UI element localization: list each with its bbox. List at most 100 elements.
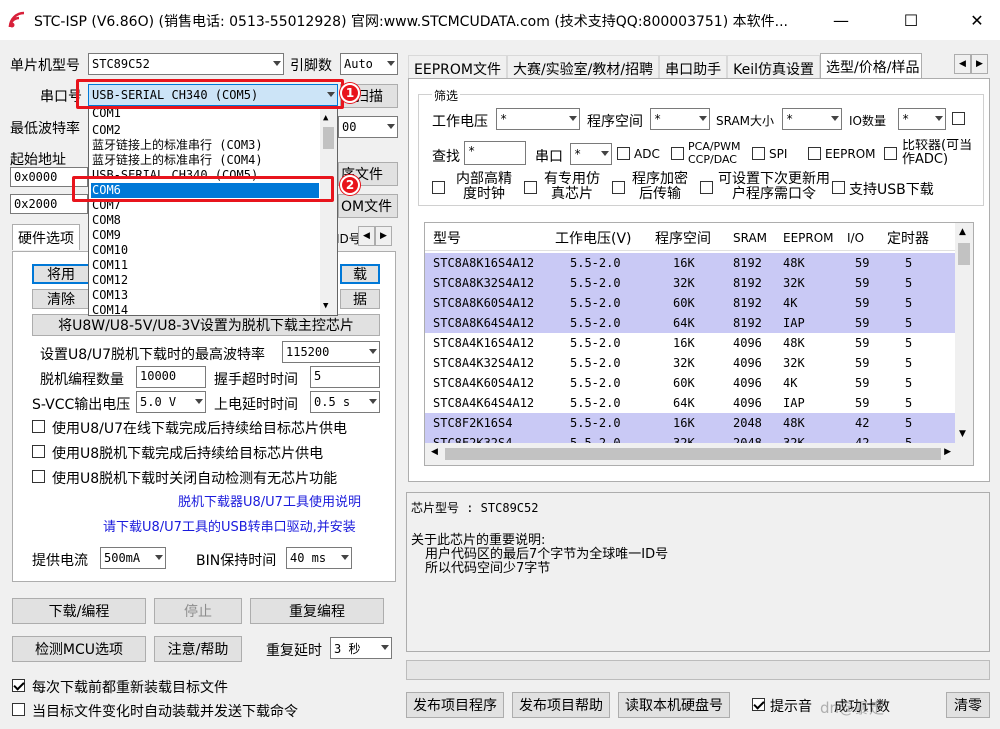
- auto-detect-checkbox[interactable]: [32, 470, 45, 483]
- scrollbar-thumb[interactable]: [445, 448, 941, 460]
- column-header[interactable]: 程序空间: [655, 228, 711, 248]
- u8-manual-link[interactable]: 脱机下载器U8/U7工具使用说明: [178, 491, 361, 510]
- right-tab-scroller[interactable]: ◀ ▶: [954, 54, 988, 74]
- io-select[interactable]: *: [898, 108, 946, 130]
- bin-hold-select[interactable]: 40 ms: [286, 547, 352, 569]
- column-header[interactable]: 工作电压(V): [555, 228, 632, 248]
- minimize-button[interactable]: —: [818, 0, 864, 40]
- stop-button[interactable]: 停止: [154, 598, 242, 624]
- table-row[interactable]: STC8A8K32S4A12 5.5-2.0 32K 8192 32K 59 5: [425, 273, 955, 293]
- tab-selection-price[interactable]: 选型/价格/样品: [820, 53, 923, 79]
- table-row[interactable]: STC8A8K64S4A12 5.5-2.0 64K 8192 IAP 59 5: [425, 313, 955, 333]
- encrypt-checkbox[interactable]: [612, 181, 625, 194]
- dropdown-item[interactable]: COM14: [92, 303, 128, 315]
- pins-select[interactable]: Auto: [340, 53, 398, 75]
- uart-select[interactable]: *: [570, 143, 612, 165]
- chip-table[interactable]: 型号 工作电压(V) 程序空间 SRAM EEPROM I/O 定时器 STC8…: [424, 222, 974, 466]
- maximize-button[interactable]: ☐: [888, 0, 934, 40]
- pca-checkbox[interactable]: [671, 147, 684, 160]
- scrollbar-thumb[interactable]: [323, 127, 334, 149]
- auto-send-checkbox[interactable]: [12, 703, 25, 716]
- column-header[interactable]: EEPROM: [783, 231, 834, 245]
- tab-hardware-options[interactable]: 硬件选项: [12, 224, 80, 250]
- download-setting-button[interactable]: 载: [340, 264, 380, 284]
- table-vscrollbar[interactable]: ▲ ▼: [955, 223, 973, 443]
- info-textbox[interactable]: 芯片型号 : STC89C52 关于此芯片的重要说明: 用户代码区的最后7个字节…: [406, 492, 990, 652]
- scroll-left-icon[interactable]: ◀: [358, 226, 375, 246]
- scroll-left-icon[interactable]: ◀: [954, 54, 971, 74]
- dropdown-item[interactable]: COM11: [92, 258, 128, 273]
- table-row[interactable]: STC8A8K60S4A12 5.5-2.0 60K 8192 4K 59 5: [425, 293, 955, 313]
- scroll-down-icon[interactable]: ▼: [959, 429, 966, 439]
- handshake-input[interactable]: 5: [310, 366, 380, 388]
- check-mcu-options-button[interactable]: 检测MCU选项: [12, 636, 146, 662]
- dropdown-item[interactable]: COM1: [92, 109, 121, 121]
- dropdown-scrollbar[interactable]: ▲ ▼: [320, 109, 337, 315]
- table-row[interactable]: STC8F2K16S4 5.5-2.0 16K 2048 48K 42 5: [425, 413, 955, 433]
- repeat-delay-select[interactable]: 3 秒: [330, 637, 392, 659]
- sram-select[interactable]: *: [782, 108, 842, 130]
- scroll-right-icon[interactable]: ▶: [375, 226, 392, 246]
- clear-count-button[interactable]: 清零: [946, 692, 990, 718]
- spi-checkbox[interactable]: [752, 147, 765, 160]
- eeprom-checkbox[interactable]: [808, 147, 821, 160]
- voltage-select[interactable]: *: [496, 108, 580, 130]
- table-row[interactable]: STC8A4K32S4A12 5.5-2.0 32K 4096 32K 59 5: [425, 353, 955, 373]
- table-row[interactable]: STC8A4K16S4A12 5.5-2.0 16K 4096 48K 59 5: [425, 333, 955, 353]
- current-select[interactable]: 500mA: [100, 547, 166, 569]
- download-program-button[interactable]: 下载/编程: [12, 598, 146, 624]
- scroll-up-icon[interactable]: ▲: [323, 113, 328, 123]
- svcc-select[interactable]: 5.0 V: [136, 391, 206, 413]
- port-dropdown-list[interactable]: COM1 COM2 蓝牙链接上的标准串行 (COM3) 蓝牙链接上的标准串行 (…: [88, 108, 338, 316]
- dropdown-item[interactable]: COM9: [92, 228, 121, 243]
- table-row[interactable]: STC8A8K16S4A12 5.5-2.0 16K 8192 48K 59 5: [425, 253, 955, 273]
- publish-help-button[interactable]: 发布项目帮助: [512, 692, 610, 718]
- sim-chip-checkbox[interactable]: [524, 181, 537, 194]
- dropdown-item[interactable]: 蓝牙链接上的标准串行 (COM4): [92, 153, 263, 168]
- reload-file-checkbox[interactable]: [12, 679, 25, 692]
- table-hscrollbar[interactable]: ◀ ▶: [425, 443, 973, 465]
- dropdown-item[interactable]: COM8: [92, 213, 121, 228]
- publish-program-button[interactable]: 发布项目程序: [406, 692, 504, 718]
- max-baud-select[interactable]: 115200: [282, 341, 380, 363]
- password-checkbox[interactable]: [700, 181, 713, 194]
- internal-osc-checkbox[interactable]: [432, 181, 445, 194]
- column-header[interactable]: I/O: [847, 231, 864, 245]
- tab-serial-assistant[interactable]: 串口助手: [659, 55, 728, 79]
- flash-select[interactable]: *: [650, 108, 710, 130]
- scroll-down-icon[interactable]: ▼: [323, 301, 328, 311]
- sound-checkbox[interactable]: [752, 698, 765, 711]
- offline-power-checkbox[interactable]: [32, 445, 45, 458]
- dropdown-item[interactable]: COM12: [92, 273, 128, 288]
- table-row[interactable]: STC8A4K60S4A12 5.5-2.0 60K 4096 4K 59 5: [425, 373, 955, 393]
- set-master-chip-button[interactable]: 将U8W/U8-5V/U8-3V设置为脱机下载主控芯片: [32, 314, 380, 336]
- table-row[interactable]: STC8A4K64S4A12 5.5-2.0 64K 4096 IAP 59 5: [425, 393, 955, 413]
- usb-download-checkbox[interactable]: [832, 181, 845, 194]
- offline-count-input[interactable]: 10000: [136, 366, 206, 388]
- adc-checkbox[interactable]: [617, 147, 630, 160]
- baud-select[interactable]: 00: [338, 116, 398, 138]
- tab-competition[interactable]: 大赛/实验室/教材/招聘: [506, 55, 660, 79]
- open-eeprom-file-button[interactable]: OM文件: [338, 194, 398, 218]
- clear-button[interactable]: 清除: [32, 289, 90, 309]
- comparator-checkbox[interactable]: [952, 112, 965, 125]
- left-tab-scroller[interactable]: ◀ ▶: [358, 226, 392, 246]
- scroll-left-icon[interactable]: ◀: [431, 447, 438, 457]
- power-delay-select[interactable]: 0.5 s: [310, 391, 380, 413]
- dropdown-item[interactable]: 蓝牙链接上的标准串行 (COM3): [92, 138, 263, 153]
- tab-keil-sim[interactable]: Keil仿真设置: [727, 55, 821, 79]
- online-power-checkbox[interactable]: [32, 420, 45, 433]
- tab-eeprom-file[interactable]: EEPROM文件: [408, 55, 507, 79]
- comparator2-checkbox[interactable]: [884, 147, 897, 160]
- mcu-select[interactable]: STC89C52: [88, 53, 284, 75]
- column-header[interactable]: 型号: [433, 228, 461, 248]
- help-button[interactable]: 注意/帮助: [154, 636, 242, 662]
- column-header[interactable]: 定时器: [887, 228, 929, 248]
- u8-driver-link[interactable]: 请下载U8/U7工具的USB转串口驱动,并安装: [103, 516, 356, 535]
- scroll-right-icon[interactable]: ▶: [944, 447, 951, 457]
- dropdown-item[interactable]: COM2: [92, 123, 121, 138]
- search-input[interactable]: *: [464, 141, 526, 165]
- read-hd-button[interactable]: 读取本机硬盘号: [618, 692, 730, 718]
- scrollbar-thumb[interactable]: [958, 243, 970, 265]
- repeat-program-button[interactable]: 重复编程: [250, 598, 384, 624]
